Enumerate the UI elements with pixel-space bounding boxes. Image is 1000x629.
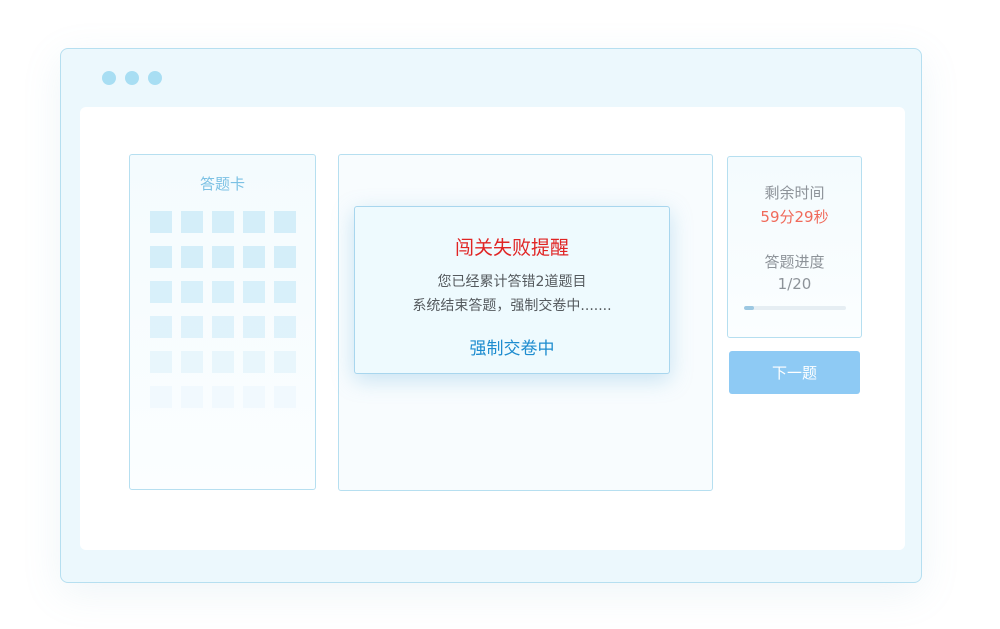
answer-card-cell[interactable] xyxy=(150,351,172,373)
answer-card-cell[interactable] xyxy=(150,246,172,268)
answer-card-cell[interactable] xyxy=(274,316,296,338)
answer-card-cell[interactable] xyxy=(274,211,296,233)
answer-card-cell[interactable] xyxy=(212,316,234,338)
status-panel: 剩余时间 59分29秒 答题进度 1/20 xyxy=(727,156,862,338)
remaining-time-value: 59分29秒 xyxy=(760,208,829,226)
window-dot-icon xyxy=(148,71,162,85)
alert-message-line1: 您已经累计答错2道题目 xyxy=(437,274,587,290)
answer-card-cell[interactable] xyxy=(243,386,265,408)
answer-card-cell[interactable] xyxy=(212,211,234,233)
answer-progress-value: 1/20 xyxy=(777,275,812,293)
progress-bar-fill xyxy=(744,306,755,310)
answer-card-cell[interactable] xyxy=(181,211,203,233)
answer-card-cell[interactable] xyxy=(212,246,234,268)
answer-card-panel: 答题卡 xyxy=(129,154,316,490)
answer-card-cell[interactable] xyxy=(212,386,234,408)
answer-card-cell[interactable] xyxy=(150,316,172,338)
answer-card-title: 答题卡 xyxy=(199,175,245,193)
force-submit-link[interactable]: 强制交卷中 xyxy=(355,334,669,359)
answer-card-cell[interactable] xyxy=(243,351,265,373)
window-dot-icon xyxy=(125,71,139,85)
alert-message-line2: 系统结束答题，强制交卷中....... xyxy=(412,298,612,314)
answer-card-cell[interactable] xyxy=(181,386,203,408)
alert-title: 闯关失败提醒 xyxy=(454,237,569,259)
answer-card-cell[interactable] xyxy=(150,211,172,233)
answer-card-cell[interactable] xyxy=(243,211,265,233)
answer-card-cell[interactable] xyxy=(150,281,172,303)
answer-card-cell[interactable] xyxy=(181,316,203,338)
answer-card-cell[interactable] xyxy=(181,351,203,373)
failure-alert-dialog: 闯关失败提醒 您已经累计答错2道题目 系统结束答题，强制交卷中....... 强… xyxy=(354,206,670,374)
answer-card-cell[interactable] xyxy=(150,386,172,408)
progress-bar xyxy=(744,306,846,310)
answer-card-cell[interactable] xyxy=(274,351,296,373)
window-dot-icon xyxy=(102,71,116,85)
next-question-button[interactable]: 下一题 xyxy=(729,351,860,394)
remaining-time-label: 剩余时间 xyxy=(764,184,825,202)
answer-card-cell[interactable] xyxy=(212,351,234,373)
answer-card-cell[interactable] xyxy=(274,386,296,408)
answer-progress-label: 答题进度 xyxy=(764,253,825,271)
answer-card-cell[interactable] xyxy=(181,246,203,268)
content-area: 答题卡 闯关失败提醒 您已经累计答错2道题目 系统结束答题，强制交卷中.....… xyxy=(80,107,905,550)
answer-card-cell[interactable] xyxy=(274,246,296,268)
answer-card-cell[interactable] xyxy=(243,316,265,338)
answer-card-cell[interactable] xyxy=(243,281,265,303)
answer-card-cell[interactable] xyxy=(212,281,234,303)
answer-card-cell[interactable] xyxy=(243,246,265,268)
answer-card-cell[interactable] xyxy=(181,281,203,303)
page: 答题卡 闯关失败提醒 您已经累计答错2道题目 系统结束答题，强制交卷中.....… xyxy=(0,0,1000,629)
answer-card-cell[interactable] xyxy=(274,281,296,303)
browser-window: 答题卡 闯关失败提醒 您已经累计答错2道题目 系统结束答题，强制交卷中.....… xyxy=(60,48,922,583)
